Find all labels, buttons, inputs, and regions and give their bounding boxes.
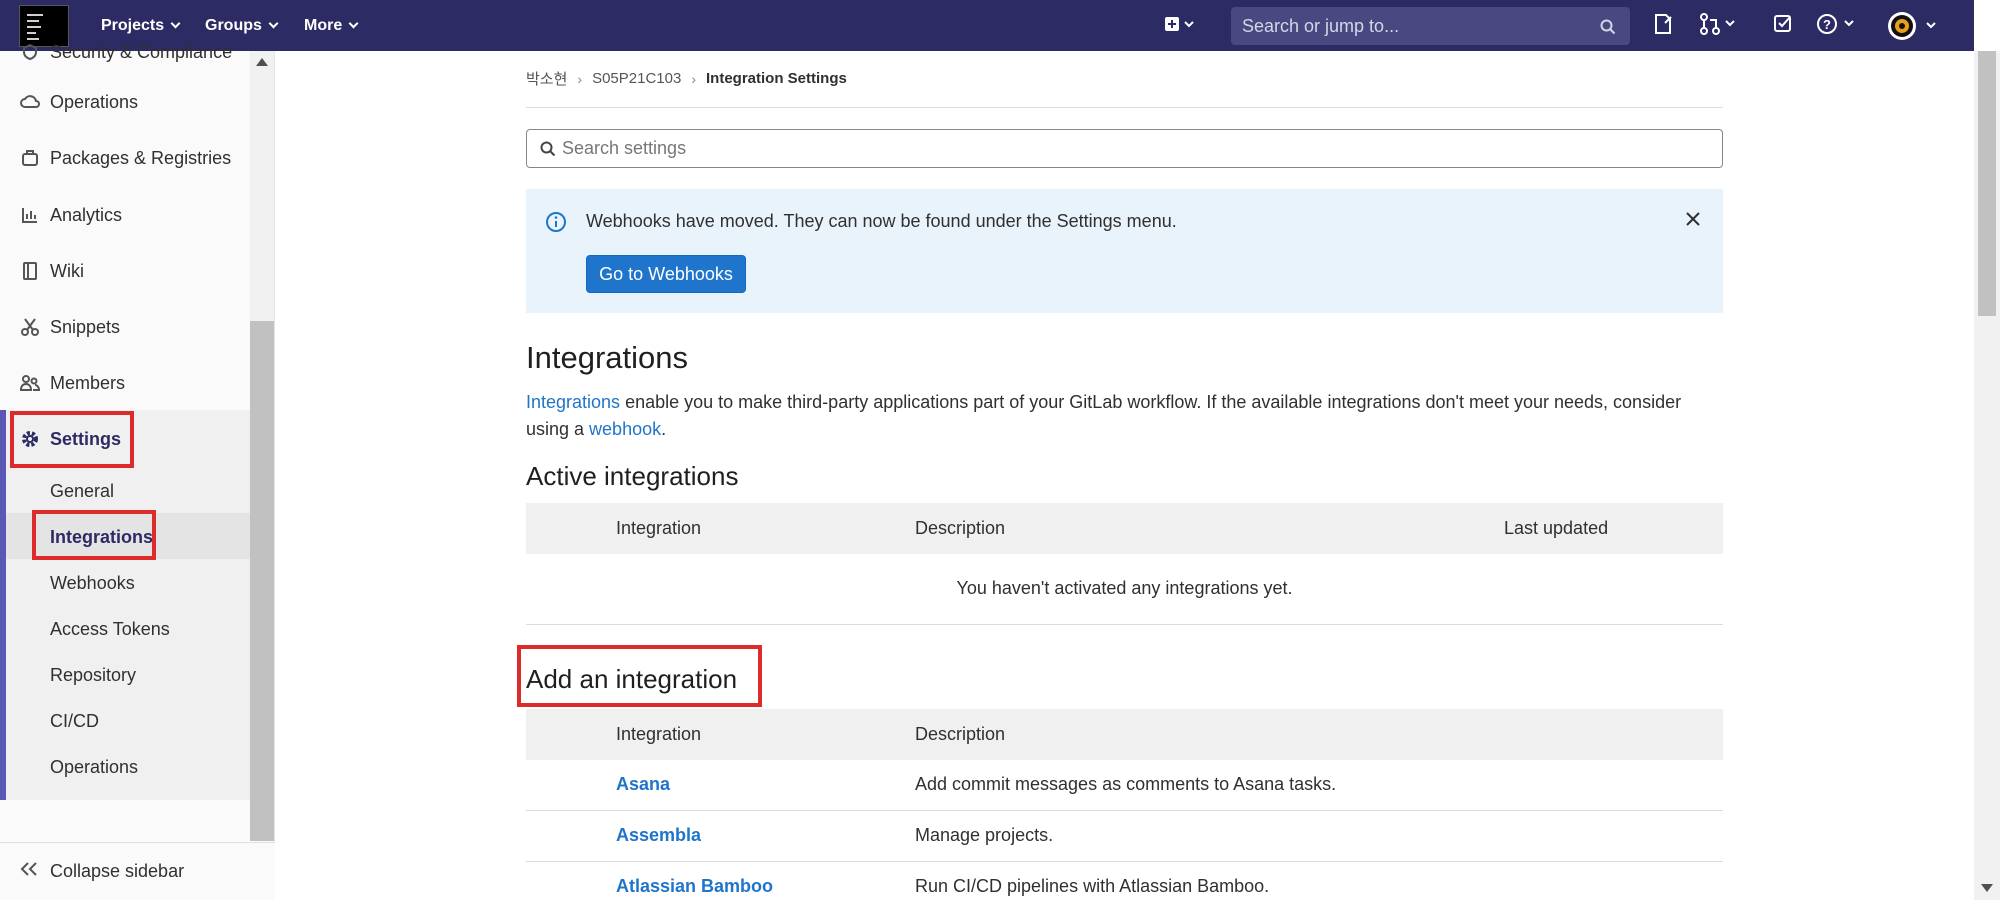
- sidebar-sub-cicd[interactable]: CI/CD: [50, 711, 99, 732]
- issues-icon[interactable]: [1653, 13, 1673, 40]
- scroll-up-icon[interactable]: [256, 58, 268, 66]
- integration-description: Manage projects.: [915, 825, 1054, 845]
- breadcrumb: 박소현 › S05P21C103 › Integration Settings: [526, 68, 847, 89]
- shield-icon: [20, 42, 40, 62]
- merge-requests-icon[interactable]: [1700, 13, 1740, 40]
- package-icon: [20, 148, 40, 168]
- breadcrumb-user[interactable]: 박소현: [526, 68, 567, 89]
- close-icon[interactable]: [1685, 211, 1701, 227]
- column-header: Last updated: [1504, 518, 1609, 538]
- sidebar-item-security[interactable]: Security & Compliance: [0, 30, 250, 74]
- go-to-webhooks-button[interactable]: Go to Webhooks: [586, 255, 746, 293]
- highlight-settings: [10, 411, 134, 468]
- highlight-integrations: [32, 510, 156, 560]
- table-row: Assembla Manage projects.: [526, 811, 1723, 862]
- integration-link-asana[interactable]: Asana: [616, 774, 670, 795]
- webhooks-moved-alert: Webhooks have moved. They can now be fou…: [526, 189, 1723, 313]
- page-title: Integrations: [526, 340, 688, 375]
- sidebar-item-analytics[interactable]: Analytics: [0, 193, 250, 237]
- sidebar-scrollbar-thumb[interactable]: [250, 321, 274, 841]
- scroll-down-icon[interactable]: [1981, 884, 1993, 892]
- settings-search-input[interactable]: Search settings: [526, 129, 1723, 168]
- collapse-sidebar-button[interactable]: Collapse sidebar: [0, 842, 275, 900]
- chevron-right-icon: ›: [577, 70, 583, 87]
- help-icon[interactable]: ?: [1817, 13, 1859, 40]
- cloud-icon: [20, 92, 40, 112]
- chevron-down-icon: [268, 18, 279, 29]
- table-row: Asana Add commit messages as comments to…: [526, 760, 1723, 811]
- webhook-link[interactable]: webhook: [589, 419, 661, 439]
- settings-group: [0, 410, 250, 800]
- sidebar-sub-repository[interactable]: Repository: [50, 665, 136, 686]
- highlight-add-integration: [517, 645, 762, 707]
- chevron-down-icon: [170, 18, 181, 29]
- integration-link-assembla[interactable]: Assembla: [616, 825, 701, 846]
- search-icon: [1600, 19, 1616, 35]
- integrations-doc-link[interactable]: Integrations: [526, 392, 620, 412]
- sidebar-item-members[interactable]: Members: [0, 361, 250, 405]
- column-header: Description: [915, 724, 1006, 744]
- double-chevron-left-icon: [20, 861, 38, 882]
- sidebar-sub-webhooks[interactable]: Webhooks: [50, 573, 135, 594]
- breadcrumb-current[interactable]: Integration Settings: [706, 70, 847, 87]
- plus-square-icon: [1165, 17, 1194, 31]
- integration-description: Add commit messages as comments to Asana…: [915, 774, 1337, 794]
- column-header: Integration: [616, 724, 702, 744]
- nav-more[interactable]: More: [304, 0, 359, 51]
- global-search-input[interactable]: Search or jump to...: [1231, 7, 1630, 45]
- page-scrollbar-thumb[interactable]: [1978, 51, 1996, 316]
- new-item-dropdown[interactable]: [1164, 16, 1196, 39]
- page-scrollbar[interactable]: [1974, 51, 2000, 900]
- column-header: Description: [915, 518, 1006, 538]
- search-icon: [540, 141, 556, 157]
- top-navbar: Projects Groups More Search or jump to..…: [0, 0, 1974, 51]
- table-row: Atlassian Bamboo Run CI/CD pipelines wit…: [526, 862, 1723, 900]
- sidebar-item-snippets[interactable]: Snippets: [0, 305, 250, 349]
- sidebar-item-packages[interactable]: Packages & Registries: [0, 136, 250, 180]
- sidebar-sub-general[interactable]: General: [50, 481, 114, 502]
- integration-description: Run CI/CD pipelines with Atlassian Bambo…: [915, 876, 1270, 896]
- user-avatar[interactable]: [1887, 11, 1941, 46]
- book-icon: [20, 261, 40, 281]
- empty-state-message: You haven't activated any integrations y…: [526, 553, 1723, 625]
- active-table-header: Integration Description Last updated: [526, 503, 1723, 554]
- integration-link-bamboo[interactable]: Atlassian Bamboo: [616, 876, 773, 897]
- chevron-down-icon: [348, 18, 359, 29]
- sidebar-sub-access-tokens[interactable]: Access Tokens: [50, 619, 170, 640]
- integrations-intro: Integrations enable you to make third-pa…: [526, 392, 1682, 439]
- info-icon: [546, 212, 566, 232]
- chart-icon: [20, 205, 40, 225]
- alert-message: Webhooks have moved. They can now be fou…: [586, 211, 1177, 231]
- sidebar-sub-operations[interactable]: Operations: [50, 757, 138, 778]
- active-integrations-heading: Active integrations: [526, 461, 739, 491]
- column-header: Integration: [616, 518, 702, 538]
- chevron-right-icon: ›: [691, 70, 696, 87]
- sidebar-item-wiki[interactable]: Wiki: [0, 249, 250, 293]
- users-icon: [20, 373, 40, 393]
- svg-text:?: ?: [1823, 17, 1831, 32]
- divider: [526, 107, 1723, 108]
- breadcrumb-project[interactable]: S05P21C103: [592, 70, 681, 87]
- sidebar-item-operations[interactable]: Operations: [0, 80, 250, 124]
- todos-icon[interactable]: [1773, 13, 1793, 40]
- add-table-header: Integration Description: [526, 709, 1723, 760]
- scissors-icon: [20, 317, 40, 337]
